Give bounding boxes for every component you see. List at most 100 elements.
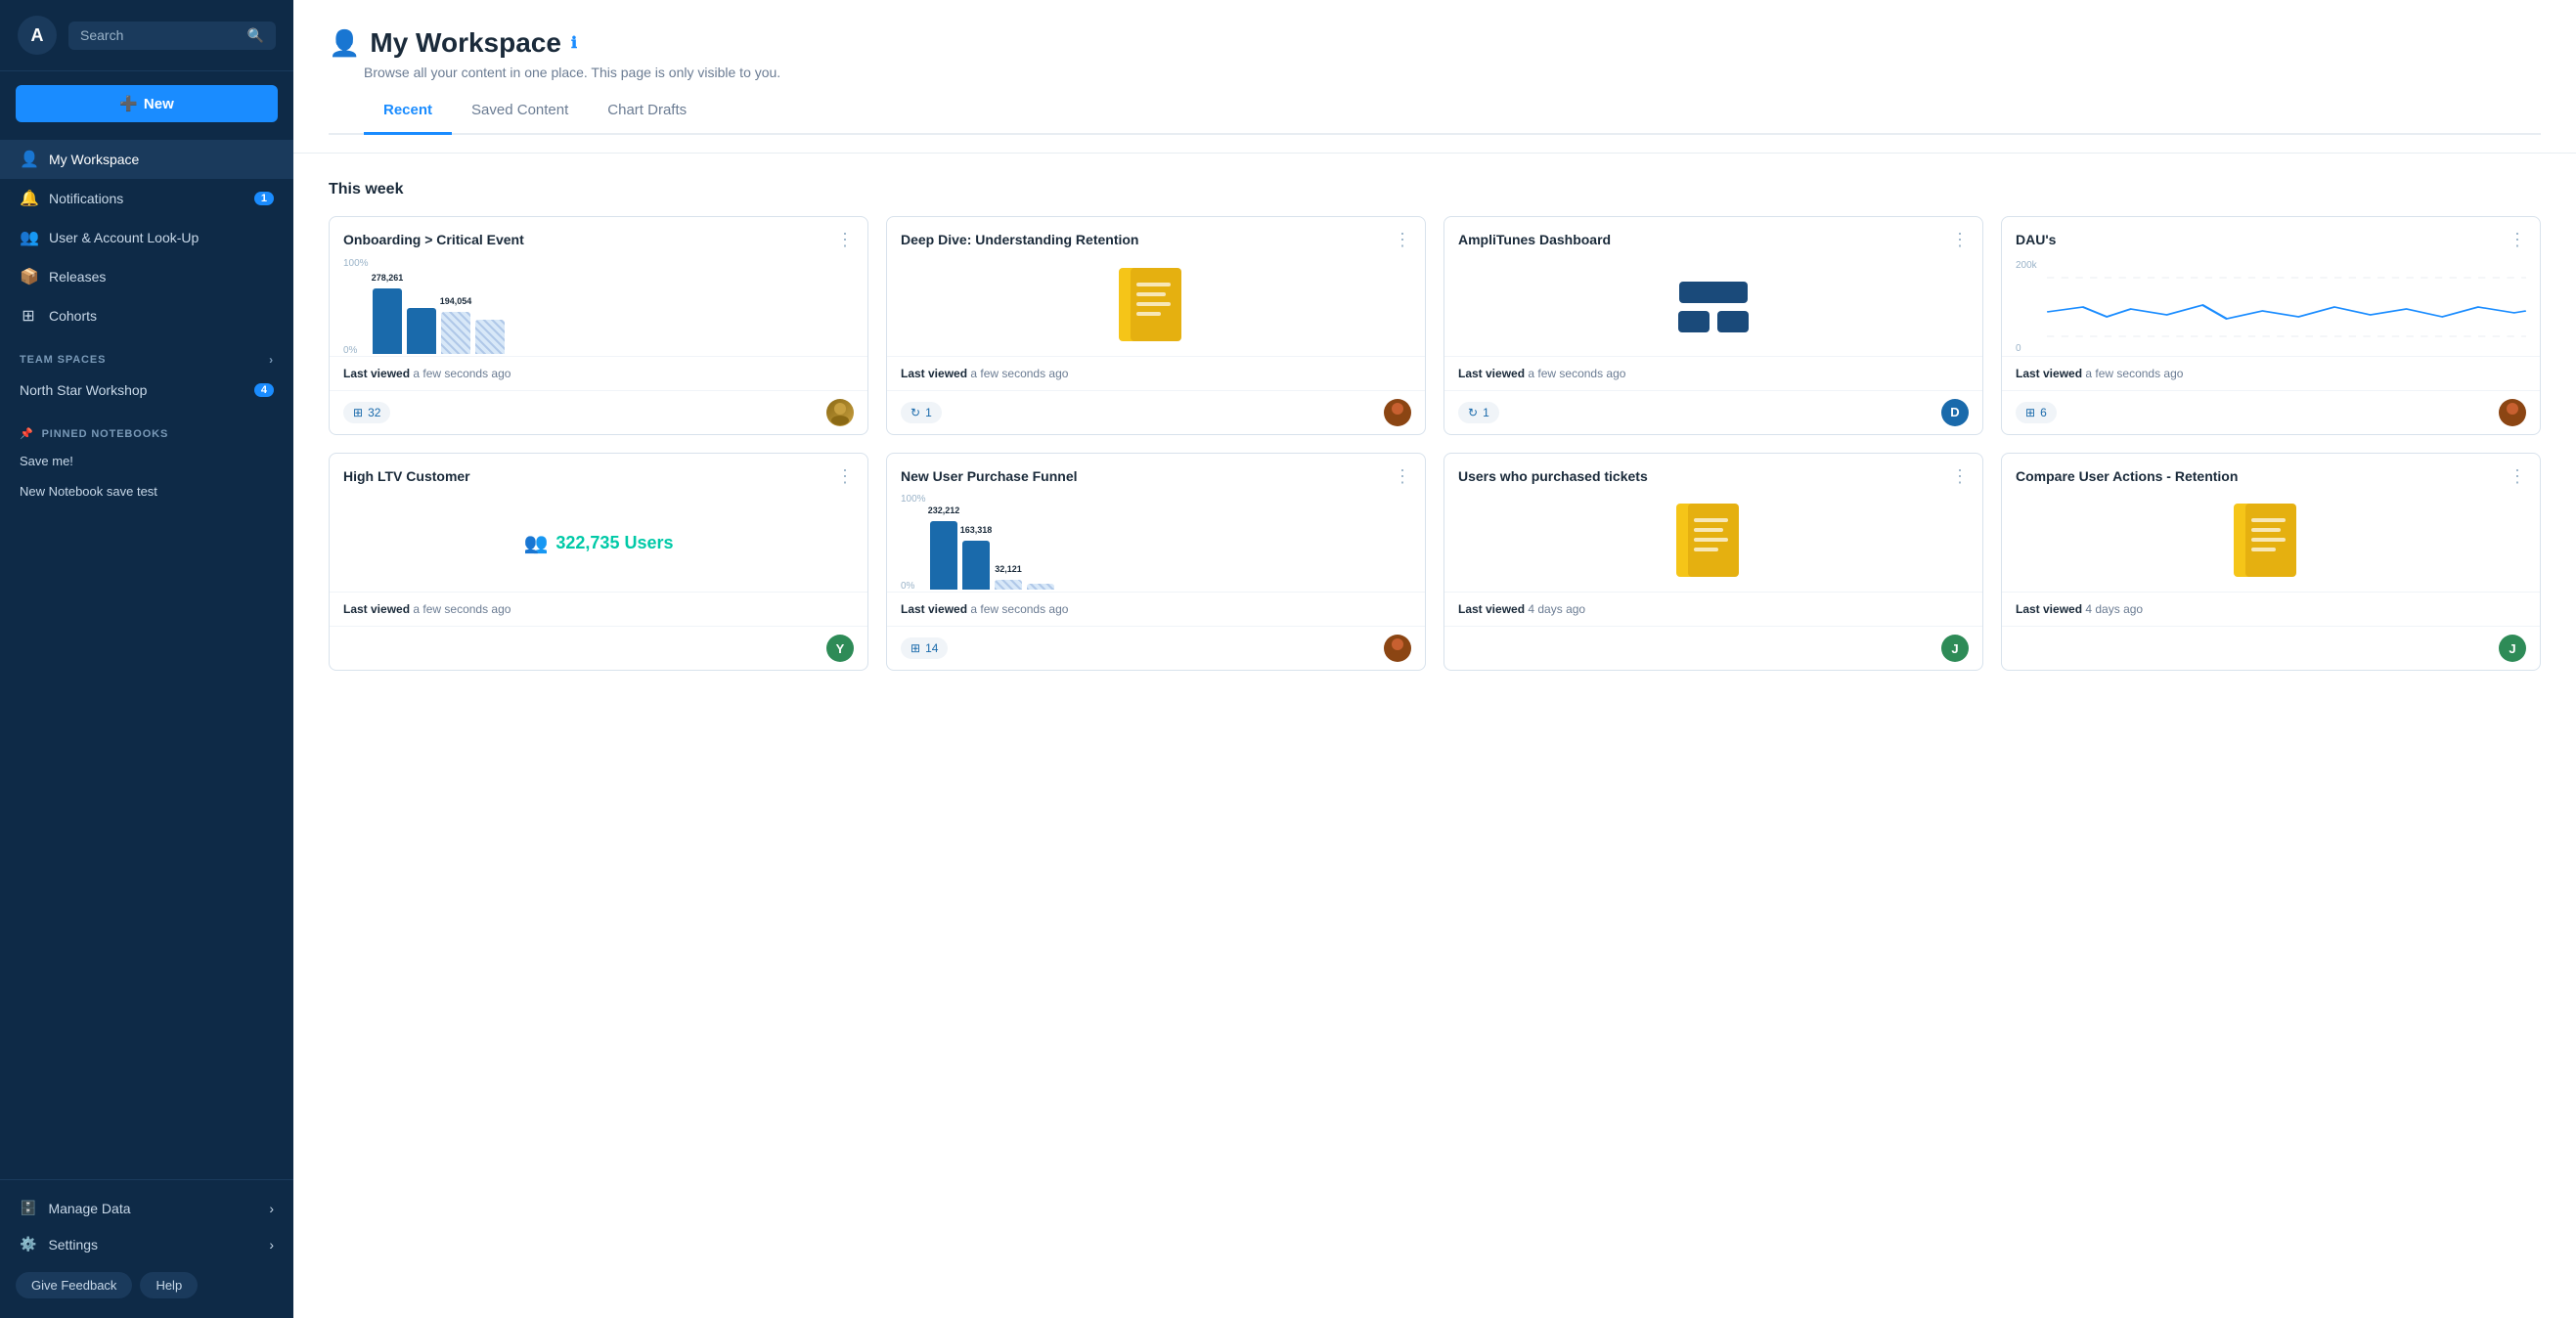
sidebar-item-settings[interactable]: ⚙️ Settings ›: [0, 1226, 293, 1262]
stat-badge-daus: ⊞ 6: [2016, 402, 2057, 423]
stat-badge-deep-dive: ↻ 1: [901, 402, 942, 423]
card-onboarding[interactable]: Onboarding > Critical Event ⋮ 100% 0% 27…: [329, 216, 868, 435]
help-button[interactable]: Help: [140, 1272, 198, 1298]
chart-onboarding: 100% 0% 278,261 194,054: [330, 258, 867, 356]
last-viewed-time-high-ltv: a few seconds ago: [413, 602, 511, 616]
chart-users-tickets: [1444, 494, 1982, 592]
sidebar-header: A Search 🔍: [0, 0, 293, 71]
card-daus[interactable]: DAU's ⋮ 200k 0 Last viewed a few seconds…: [2001, 216, 2541, 435]
last-viewed-label-compare: Last viewed: [2016, 602, 2082, 616]
new-button[interactable]: ➕ New: [16, 85, 278, 122]
pinned-item-save-me[interactable]: Save me!: [0, 446, 293, 476]
last-viewed-time-funnel: a few seconds ago: [970, 602, 1068, 616]
card-compare-actions[interactable]: Compare User Actions - Retention ⋮ Last …: [2001, 453, 2541, 672]
tab-saved-content[interactable]: Saved Content: [452, 88, 588, 135]
info-icon[interactable]: ℹ: [571, 33, 577, 53]
card-high-ltv[interactable]: High LTV Customer ⋮ 👥 322,735 Users Last…: [329, 453, 868, 672]
box-icon: 📦: [20, 267, 37, 286]
manage-data-label: Manage Data: [48, 1201, 130, 1216]
nav-label-notifications: Notifications: [49, 191, 123, 206]
sidebar-item-notifications[interactable]: 🔔 Notifications 1: [0, 179, 293, 218]
team-item-label: North Star Workshop: [20, 382, 147, 398]
search-icon: 🔍: [247, 27, 264, 44]
last-viewed-time-onboarding: a few seconds ago: [413, 367, 511, 380]
team-spaces-header: TEAM SPACES ›: [0, 339, 293, 373]
bell-icon: 🔔: [20, 189, 37, 208]
card-menu-compare-actions[interactable]: ⋮: [2509, 467, 2526, 485]
content-area: This week Onboarding > Critical Event ⋮ …: [293, 154, 2576, 716]
sidebar-item-my-workspace[interactable]: 👤 My Workspace: [0, 140, 293, 179]
card-menu-users-tickets[interactable]: ⋮: [1951, 467, 1969, 485]
card-menu-new-user-funnel[interactable]: ⋮: [1394, 467, 1411, 485]
card-stats-high-ltv: Y: [330, 626, 867, 670]
sidebar: A Search 🔍 ➕ New 👤 My Workspace 🔔 Notifi…: [0, 0, 293, 1318]
notifications-badge: 1: [254, 192, 274, 205]
avatar-funnel: [1384, 635, 1411, 662]
card-stats-deep-dive: ↻ 1: [887, 390, 1425, 434]
settings-label: Settings: [48, 1237, 98, 1252]
pinned-section: 📌 PINNED NOTEBOOKS Save me! New Notebook…: [0, 408, 293, 516]
card-title-compare-actions: Compare User Actions - Retention: [2016, 467, 2238, 487]
stat-badge-funnel: ⊞ 14: [901, 637, 948, 659]
last-viewed-time-amplitunes: a few seconds ago: [1528, 367, 1625, 380]
sidebar-item-cohorts[interactable]: ⊞ Cohorts: [0, 296, 293, 335]
chart-compare-actions: [2002, 494, 2540, 592]
table-icon-daus: ⊞: [2025, 406, 2035, 419]
stat-count-onboarding: 32: [368, 406, 380, 419]
card-menu-high-ltv[interactable]: ⋮: [836, 467, 854, 485]
database-icon: 🗄️: [20, 1200, 36, 1216]
user-count: 322,735 Users: [555, 533, 673, 553]
card-title-onboarding: Onboarding > Critical Event: [343, 231, 524, 250]
avatar-deep-dive: [1384, 399, 1411, 426]
team-badge: 4: [254, 383, 274, 397]
card-users-tickets[interactable]: Users who purchased tickets ⋮ Last viewe…: [1443, 453, 1983, 672]
users-icon: 👥: [523, 531, 548, 555]
gear-icon: ⚙️: [20, 1236, 36, 1252]
new-label: New: [144, 96, 174, 112]
avatar-high-ltv: Y: [826, 635, 854, 662]
sync-icon-amplitunes: ↻: [1468, 406, 1478, 419]
card-menu-amplitunes[interactable]: ⋮: [1951, 231, 1969, 248]
search-label: Search: [80, 27, 123, 43]
last-viewed-time-tickets: 4 days ago: [1528, 602, 1585, 616]
stat-badge-amplitunes: ↻ 1: [1458, 402, 1499, 423]
card-title-deep-dive: Deep Dive: Understanding Retention: [901, 231, 1138, 250]
chevron-right-settings-icon: ›: [269, 1237, 274, 1252]
card-menu-deep-dive[interactable]: ⋮: [1394, 231, 1411, 248]
sidebar-item-releases[interactable]: 📦 Releases: [0, 257, 293, 296]
chevron-right-manage-icon: ›: [269, 1201, 274, 1216]
avatar-daus: [2499, 399, 2526, 426]
page-title: 👤 My Workspace ℹ: [329, 27, 2541, 59]
tab-recent[interactable]: Recent: [364, 88, 452, 135]
tab-chart-drafts[interactable]: Chart Drafts: [588, 88, 706, 135]
person-icon: 👤: [20, 150, 37, 169]
page-subtitle: Browse all your content in one place. Th…: [364, 65, 2541, 80]
stat-count-deep-dive: 1: [925, 406, 932, 419]
card-menu-onboarding[interactable]: ⋮: [836, 231, 854, 248]
card-menu-daus[interactable]: ⋮: [2509, 231, 2526, 248]
tabs-bar: Recent Saved Content Chart Drafts: [329, 88, 2541, 135]
nav-label-cohorts: Cohorts: [49, 308, 97, 324]
pinned-notebooks-header: 📌 PINNED NOTEBOOKS: [0, 417, 293, 446]
this-week-label: This week: [329, 181, 2541, 198]
sidebar-item-manage-data[interactable]: 🗄️ Manage Data ›: [0, 1190, 293, 1226]
card-deep-dive[interactable]: Deep Dive: Understanding Retention ⋮ Las…: [886, 216, 1426, 435]
sync-icon-deep-dive: ↻: [910, 406, 920, 419]
sidebar-item-user-account[interactable]: 👥 User & Account Look-Up: [0, 218, 293, 257]
table-icon-funnel: ⊞: [910, 641, 920, 655]
card-stats-tickets: J: [1444, 626, 1982, 670]
pin-icon: 📌: [20, 427, 34, 440]
bottom-buttons: Give Feedback Help: [0, 1262, 293, 1308]
pinned-item-new-notebook[interactable]: New Notebook save test: [0, 476, 293, 506]
chevron-right-icon[interactable]: ›: [269, 353, 274, 367]
last-viewed-label-amplitunes: Last viewed: [1458, 367, 1525, 380]
card-amplitunes[interactable]: AmpliTunes Dashboard ⋮ Last viewed a few…: [1443, 216, 1983, 435]
sidebar-item-north-star[interactable]: North Star Workshop 4: [0, 373, 293, 408]
chart-daus: 200k 0: [2002, 258, 2540, 356]
last-viewed-time-deep-dive: a few seconds ago: [970, 367, 1068, 380]
sidebar-bottom: 🗄️ Manage Data › ⚙️ Settings › Give Feed…: [0, 1179, 293, 1318]
card-title-high-ltv: High LTV Customer: [343, 467, 470, 487]
search-bar[interactable]: Search 🔍: [68, 22, 276, 50]
card-new-user-funnel[interactable]: New User Purchase Funnel ⋮ 100% 0% 232,2…: [886, 453, 1426, 672]
feedback-button[interactable]: Give Feedback: [16, 1272, 132, 1298]
